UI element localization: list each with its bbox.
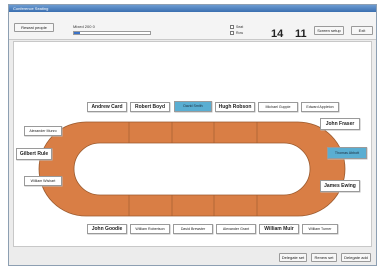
seat-left-1[interactable]: Alexander Munro xyxy=(24,126,62,136)
count-b: 11 xyxy=(295,28,307,40)
screen-setup-button[interactable]: Screen setup xyxy=(314,26,344,35)
reseat-button[interactable]: Reseat people xyxy=(14,23,54,32)
delegate-set-button[interactable]: Delegate set xyxy=(279,253,307,262)
seat-right-2[interactable]: Thomas Abbott xyxy=(327,147,367,159)
seat-check-label: Seat xyxy=(236,25,244,29)
seat-bottom-5[interactable]: William Muir xyxy=(259,224,299,234)
seat-bottom-6[interactable]: William Turner xyxy=(302,224,338,234)
seat-bottom-3[interactable]: David Brewster xyxy=(173,224,213,234)
seat-right-1[interactable]: John Fraser xyxy=(320,118,360,130)
seat-top-1[interactable]: Andrew Card xyxy=(87,102,127,112)
title-bar: Conference Seating xyxy=(9,5,376,12)
seating-canvas: Andrew Card Robert Boyd David Smith Hugh… xyxy=(13,41,372,247)
count-a: 14 xyxy=(271,28,284,40)
row-check-row[interactable]: Row xyxy=(230,31,243,35)
seat-top-5[interactable]: Michael Guppie xyxy=(258,102,298,112)
conference-table xyxy=(38,121,346,217)
toolbar: Reseat people Mixed 200 0 Seat Row 14 11… xyxy=(9,12,376,40)
seat-checkbox[interactable] xyxy=(230,25,234,29)
renew-set-button[interactable]: Renew set xyxy=(311,253,337,262)
app-window: Conference Seating Reseat people Mixed 2… xyxy=(8,4,377,266)
slider-label: Mixed 200 0 xyxy=(73,24,95,29)
row-checkbox[interactable] xyxy=(230,31,234,35)
slider-fill xyxy=(74,32,81,34)
seat-top-3[interactable]: David Smith xyxy=(174,101,212,112)
row-check-label: Row xyxy=(236,31,244,35)
table-ring xyxy=(38,121,346,217)
seat-top-2[interactable]: Robert Boyd xyxy=(130,102,170,112)
seat-check-row[interactable]: Seat xyxy=(230,25,243,29)
seat-left-2[interactable]: Gilbert Rule xyxy=(16,148,52,160)
seat-bottom-4[interactable]: Alexander Grant xyxy=(216,224,256,234)
seat-right-3[interactable]: James Ewing xyxy=(320,180,360,192)
seat-top-6[interactable]: Edward Appleton xyxy=(301,102,339,112)
seat-top-4[interactable]: Hugh Robson xyxy=(215,102,255,112)
mix-slider[interactable] xyxy=(73,31,151,35)
seat-left-3[interactable]: William Wishart xyxy=(24,176,62,186)
seat-bottom-1[interactable]: John Goodie xyxy=(87,224,127,234)
seat-bottom-2[interactable]: William Robertson xyxy=(130,224,170,234)
window-title: Conference Seating xyxy=(13,6,49,11)
status-bar: Delegate set Renew set Delegate add xyxy=(9,251,376,265)
exit-button[interactable]: Exit xyxy=(351,26,373,35)
delegate-add-button[interactable]: Delegate add xyxy=(341,253,371,262)
